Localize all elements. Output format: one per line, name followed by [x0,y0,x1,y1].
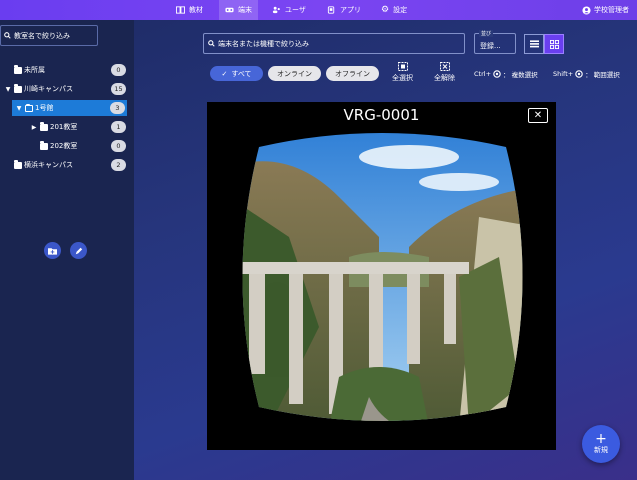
sidebar-actions [44,242,87,259]
close-icon: ✕ [533,110,543,121]
device-search-input[interactable]: 端末名または機種で絞り込み [203,33,465,54]
folder-open-icon [25,103,33,112]
nav-users-label: ユーザ [285,6,306,14]
nav-materials-label: 教材 [189,6,203,14]
users-icon [272,6,280,14]
view-toggle [524,34,564,54]
tree-item-label: 未所属 [24,66,45,74]
search-icon [4,32,11,39]
classroom-search-placeholder: 教室名で絞り込み [14,31,70,40]
folder-plus-icon [48,247,57,255]
nav-apps-label: アプリ [340,6,361,14]
device-search-placeholder: 端末名または機種で絞り込み [218,39,309,48]
filter-all-chip[interactable]: ✓ すべて [210,66,263,81]
tree-item-label: 201教室 [50,123,78,131]
user-menu[interactable]: 学校管理者 [582,0,629,20]
count-badge: 0 [111,64,126,76]
count-badge: 15 [111,83,126,95]
select-all-label: 全選択 [392,74,413,82]
grid-icon [549,39,559,49]
count-badge: 3 [110,102,125,114]
nav-materials[interactable]: 教材 [176,0,203,20]
nav-apps[interactable]: アプリ [327,0,361,20]
user-name: 学校管理者 [594,6,629,14]
range-select-hint: Shift+ ： 範囲選択 [553,69,620,79]
vr-headset-icon [225,7,234,13]
sort-select[interactable]: 並び 登録... [474,30,516,54]
chevron-down-icon[interactable]: ▼ [4,86,12,93]
filter-online-label: オンライン [277,69,312,78]
add-device-button[interactable]: + 新規 [582,425,620,463]
edit-button[interactable] [70,242,87,259]
tree-item-label: 横浜キャンパス [24,161,73,169]
filter-all-label: すべて [231,69,252,78]
select-all-button[interactable]: 全選択 [392,62,413,83]
nav-devices[interactable]: 端末 [219,0,258,20]
filter-online-chip[interactable]: オンライン [268,66,321,81]
sort-value: 登録... [480,42,501,50]
check-icon: ✓ [221,69,228,78]
close-button[interactable]: ✕ [528,108,548,123]
tree-item-kawasaki[interactable]: ▼ 川崎キャンパス 15 [0,81,134,97]
count-badge: 0 [111,140,126,152]
tree-item-yokohama[interactable]: 横浜キャンパス 2 [0,157,134,173]
click-icon [493,70,501,78]
plus-icon: + [595,431,607,447]
app-icon [327,6,335,14]
filter-offline-chip[interactable]: オフライン [326,66,379,81]
tree-item-unassigned[interactable]: 未所属 0 [0,62,134,78]
add-folder-button[interactable] [44,242,61,259]
nav-settings-label: 設定 [393,6,408,14]
search-icon [208,40,215,47]
preview-title: VRG-0001 [343,106,420,124]
deselect-all-button[interactable]: 全解除 [434,62,455,83]
pencil-icon [75,247,82,254]
grid-view-button[interactable] [544,34,564,54]
chevron-right-icon[interactable]: ▶ [30,124,38,131]
deselect-all-icon [439,62,450,71]
folder-icon [14,83,22,93]
vr-view-image [242,133,523,421]
chevron-down-icon[interactable]: ▼ [15,105,23,112]
tree-item-room202[interactable]: 202教室 0 [0,138,134,154]
count-badge: 1 [111,121,126,133]
filter-offline-label: オフライン [335,69,370,78]
device-preview-modal: VRG-0001 ✕ [207,102,556,450]
user-avatar-icon [582,5,591,15]
hint-ctrl-key: Ctrl+ [474,70,492,78]
select-all-icon [397,62,408,71]
folder-icon [40,121,48,131]
top-nav: 教材 端末 ユーザ アプリ ⚙ 設定 学校管理者 [0,0,637,20]
tree-item-label: 202教室 [50,142,78,150]
folder-icon [40,140,48,150]
nav-settings[interactable]: ⚙ 設定 [381,0,407,20]
hint-ctrl-text: ： 複数選択 [503,71,538,79]
tree-item-room201[interactable]: ▶ 201教室 1 [0,119,134,135]
hint-shift-text: ： 範囲選択 [585,71,620,79]
tree-item-label: 1号館 [35,104,54,112]
folder-icon [14,64,22,74]
sort-caption: 並び [479,30,494,37]
hint-shift-key: Shift+ [553,70,574,78]
deselect-all-label: 全解除 [434,74,455,82]
list-view-button[interactable] [524,34,544,54]
folder-icon [14,159,22,169]
count-badge: 2 [111,159,126,171]
classroom-search-input[interactable]: 教室名で絞り込み [0,25,98,46]
nav-users[interactable]: ユーザ [272,0,306,20]
list-icon [529,40,539,48]
book-icon [176,6,185,14]
click-icon [575,70,583,78]
tree-item-label: 川崎キャンパス [24,85,73,93]
tree-item-building1[interactable]: ▼ 1号館 3 [12,100,127,116]
multi-select-hint: Ctrl+ ： 複数選択 [474,69,538,79]
sidebar: 教室名で絞り込み 未所属 0 ▼ 川崎キャンパス 15 ▼ 1号館 3 ▶ 20… [0,20,134,480]
nav-devices-label: 端末 [238,6,252,14]
gear-icon: ⚙ [381,5,390,15]
add-device-label: 新規 [594,446,608,454]
